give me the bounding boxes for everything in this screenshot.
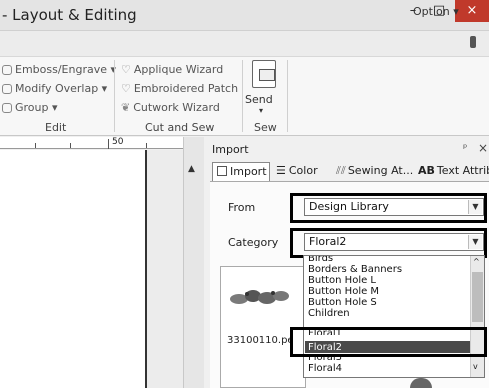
tab-color-label: Color xyxy=(288,164,318,177)
stitch-icon: ⫽⫽ xyxy=(336,164,346,177)
pin-icon[interactable]: ᵖ xyxy=(463,143,467,154)
list-item[interactable]: Borders & Banners xyxy=(308,264,402,275)
floral-embroidery-thumbnail xyxy=(230,290,289,304)
chevron-down-icon[interactable]: ▼ xyxy=(468,235,482,249)
embroidered-patch-label: Embroidered Patch xyxy=(133,82,239,95)
list-item[interactable]: Floral4 xyxy=(308,363,342,374)
cutwork-icon: ❦ xyxy=(121,101,131,114)
modify-overlap-label: Modify Overlap ▾ xyxy=(15,82,108,95)
window-title: - Layout & Editing xyxy=(2,6,137,24)
ruler-tick xyxy=(146,143,147,148)
applique-wizard-button[interactable]: ♡ Applique Wizard xyxy=(121,63,223,76)
emboss-engrave-label: Emboss/Engrave ▾ xyxy=(15,63,117,76)
scroll-up-arrow-icon[interactable]: ▲ xyxy=(188,164,195,174)
menu-bar xyxy=(0,31,489,56)
from-select-value: Design Library xyxy=(309,200,389,213)
tab-color[interactable]: ☰ Color xyxy=(272,162,332,182)
import-icon xyxy=(217,166,227,176)
send-button-label[interactable]: Send xyxy=(245,93,273,106)
ribbon-separator xyxy=(242,60,243,132)
ribbon-separator xyxy=(287,60,288,132)
ruler-tick xyxy=(108,139,109,149)
user-icon[interactable] xyxy=(470,36,476,48)
overlap-icon xyxy=(2,83,12,94)
design-canvas[interactable] xyxy=(0,150,145,388)
list-item[interactable]: Button Hole L xyxy=(308,275,376,286)
list-item[interactable]: Children xyxy=(308,308,350,319)
heart-icon: ♡ xyxy=(121,63,131,76)
vertical-scrollbar[interactable] xyxy=(183,137,204,388)
modify-overlap-button[interactable]: Modify Overlap ▾ xyxy=(2,82,107,95)
preview-filename: 33100110.pe xyxy=(227,335,294,346)
emboss-icon xyxy=(2,64,12,75)
ruler-tick xyxy=(35,143,36,148)
ribbon-separator xyxy=(114,60,115,132)
cut-sew-group-label: Cut and Sew xyxy=(145,121,215,134)
chevron-down-icon: ▾ xyxy=(453,5,459,18)
tab-import-label: Import xyxy=(230,165,267,178)
category-select-value: Floral2 xyxy=(309,235,347,248)
send-chevron-icon[interactable]: ▾ xyxy=(259,106,263,115)
color-icon: ☰ xyxy=(276,164,286,177)
category-label: Category xyxy=(228,236,279,249)
tab-import[interactable]: Import xyxy=(212,162,270,182)
from-select[interactable]: Design Library ▼ xyxy=(304,198,484,216)
list-scrollbar[interactable]: ^ v xyxy=(470,256,484,377)
list-item[interactable]: Button Hole S xyxy=(308,297,377,308)
embroidered-patch-button[interactable]: ♡ Embroidered Patch xyxy=(121,82,238,95)
edit-group-label: Edit xyxy=(45,121,67,134)
canvas-edge xyxy=(145,150,147,388)
scroll-down-icon[interactable]: v xyxy=(473,362,478,371)
tab-sewing-label: Sewing At... xyxy=(347,164,414,177)
group-label: Group ▾ xyxy=(15,101,58,114)
ruler-label: 50 xyxy=(112,137,124,147)
panel-title: Import xyxy=(212,143,249,156)
applique-wizard-label: Applique Wizard xyxy=(133,63,224,76)
group-icon xyxy=(2,102,12,113)
patch-icon: ♡ xyxy=(121,82,131,95)
floral2-highlight xyxy=(290,327,487,357)
close-button[interactable]: × xyxy=(455,0,489,22)
text-ab-icon: AB xyxy=(418,164,435,177)
chevron-down-icon[interactable]: ▼ xyxy=(468,200,482,214)
scroll-up-icon[interactable]: ^ xyxy=(473,257,480,266)
list-item[interactable]: Button Hole M xyxy=(308,286,379,297)
cutwork-wizard-label: Cutwork Wizard xyxy=(133,101,220,114)
tab-text-attributes[interactable]: ABText Attrib... xyxy=(414,162,489,182)
sew-group-label: Sew xyxy=(254,121,277,134)
horizontal-ruler xyxy=(0,137,183,149)
list-item[interactable]: Birds xyxy=(308,256,333,264)
group-button[interactable]: Group ▾ xyxy=(2,101,58,114)
tab-sewing-attributes[interactable]: ⫽⫽ Sewing At... xyxy=(332,162,414,182)
option-menu[interactable]: Option ▾ xyxy=(413,5,459,18)
option-menu-label: Option xyxy=(413,5,450,18)
from-label: From xyxy=(228,201,256,214)
emboss-engrave-button[interactable]: Emboss/Engrave ▾ xyxy=(2,63,116,76)
category-dropdown-list[interactable]: Birds Borders & Banners Button Hole L Bu… xyxy=(303,255,485,378)
tab-text-label: Text Attrib... xyxy=(436,164,489,177)
ruler-tick xyxy=(70,143,71,148)
category-select[interactable]: Floral2 ▼ xyxy=(304,233,484,251)
cutwork-wizard-button[interactable]: ❦ Cutwork Wizard xyxy=(121,101,220,114)
scroll-thumb[interactable] xyxy=(472,272,483,322)
panel-close-icon[interactable]: × xyxy=(478,141,488,155)
send-icon[interactable] xyxy=(252,60,276,88)
canvas-margin xyxy=(145,150,183,388)
